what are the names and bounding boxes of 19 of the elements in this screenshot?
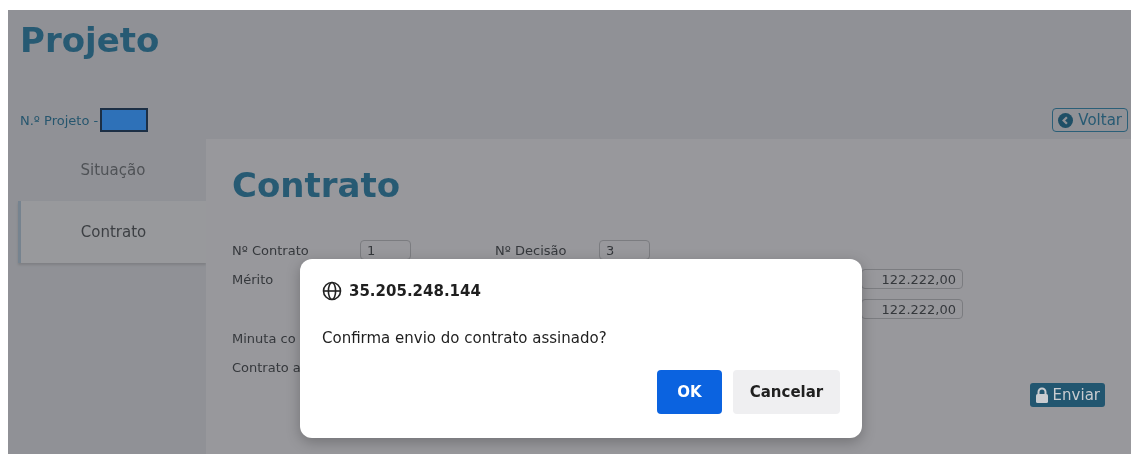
section-title: Contrato (232, 165, 402, 207)
project-number-label: N.º Projeto - (20, 112, 99, 128)
field-label: Minuta co (232, 331, 296, 346)
sidebar-tab[interactable]: Contrato (18, 201, 206, 263)
lock-icon (1034, 387, 1049, 403)
sidebar-tab[interactable]: Situação (8, 139, 206, 201)
field-label: Contrato a (232, 360, 301, 375)
cancel-button[interactable]: Cancelar (733, 370, 840, 414)
page-title: Projeto (20, 20, 161, 62)
dialog-message: Confirma envio do contrato assinado? (322, 329, 608, 347)
ok-button[interactable]: OK (657, 370, 722, 414)
send-button[interactable]: Enviar (1029, 383, 1105, 407)
back-button[interactable]: Voltar (1052, 108, 1128, 132)
field-label: Nº Decisão (495, 242, 568, 258)
dialog-origin: 35.205.248.144 (349, 282, 481, 300)
globe-icon (322, 281, 342, 301)
field-label: Nº Contrato (232, 242, 310, 258)
redacted-block (100, 108, 149, 132)
field-label: Mérito (232, 271, 274, 287)
